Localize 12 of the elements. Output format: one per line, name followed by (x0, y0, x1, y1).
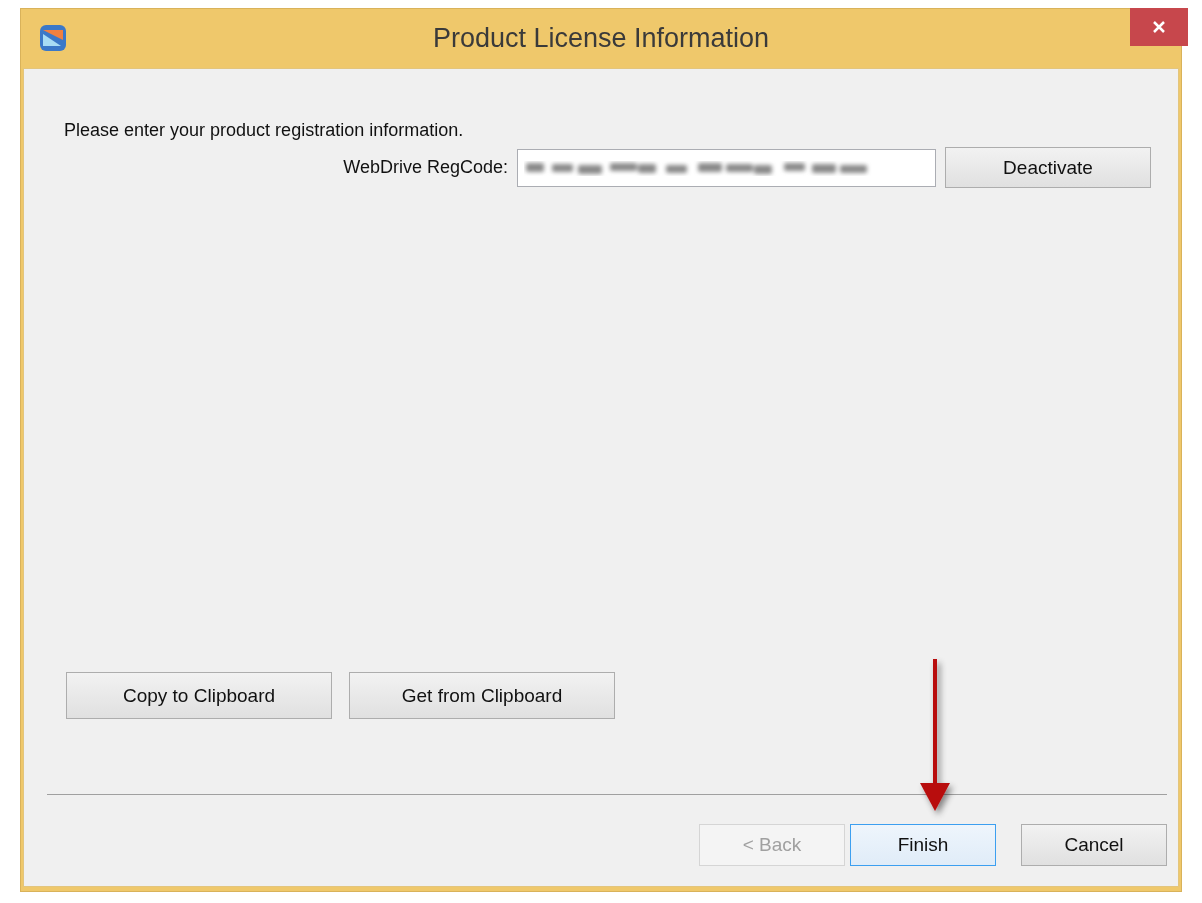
close-button[interactable] (1130, 8, 1188, 46)
instruction-text: Please enter your product registration information. (64, 120, 464, 141)
regcode-field[interactable] (517, 148, 936, 187)
deactivate-button[interactable]: Deactivate (945, 147, 1151, 188)
wizard-button[interactable]: Finish (850, 824, 996, 866)
window-title: Product License Information (432, 23, 770, 54)
clipboard-button[interactable]: Get from Clipboard (349, 672, 615, 719)
regcode-label: WebDrive RegCode: (343, 157, 508, 178)
wizard-button[interactable]: Cancel (1021, 824, 1167, 866)
app-icon (39, 24, 67, 52)
clipboard-button[interactable]: Copy to Clipboard (66, 672, 332, 719)
close-icon (1152, 20, 1166, 34)
